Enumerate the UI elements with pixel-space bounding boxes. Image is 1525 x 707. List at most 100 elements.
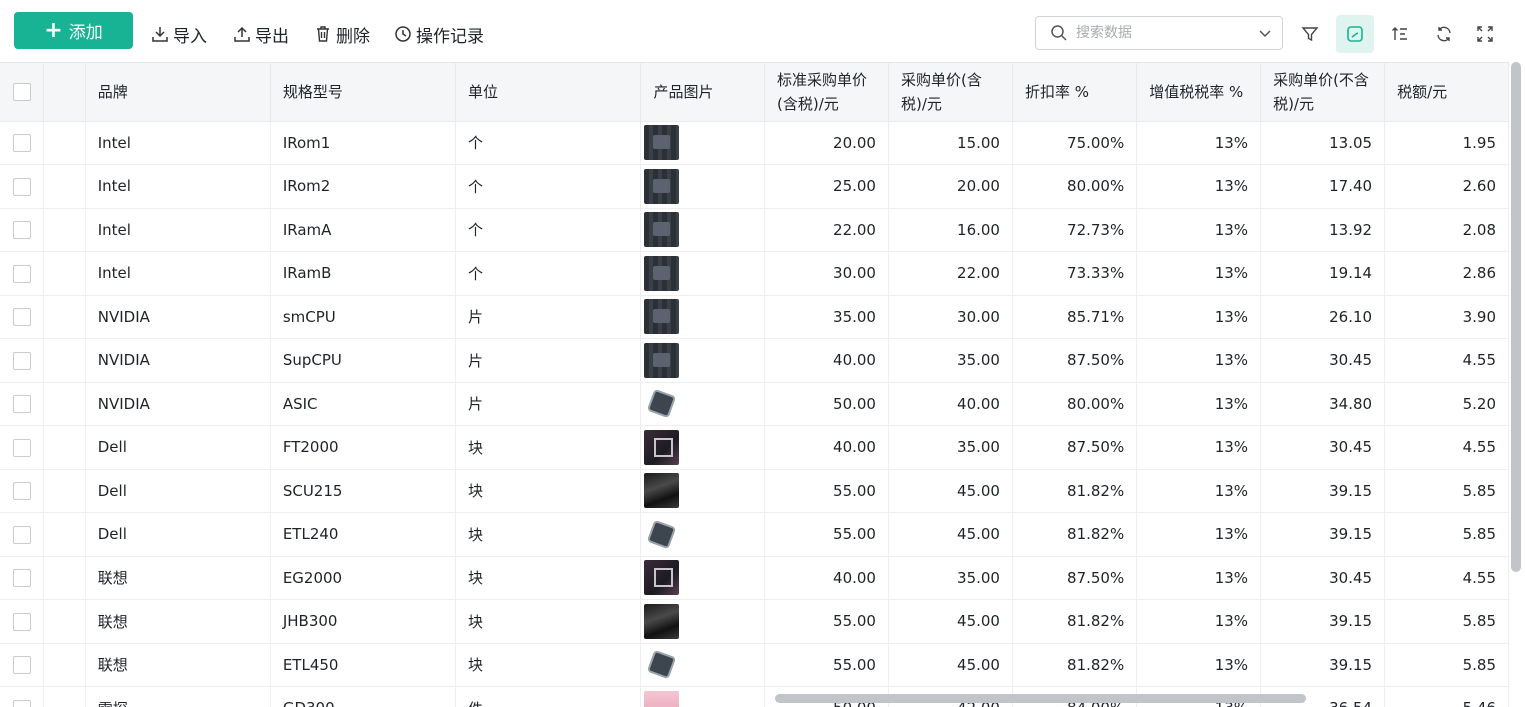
cell-discount[interactable]: 87.50% (1012, 426, 1136, 470)
cell-image[interactable] (641, 339, 765, 383)
cell-tax[interactable]: 4.55 (1385, 556, 1509, 600)
cell-price-ex-tax[interactable]: 30.45 (1261, 426, 1385, 470)
operation-log-button[interactable]: 操作记录 (394, 20, 484, 48)
cell-tax[interactable]: 1.95 (1385, 121, 1509, 165)
column-header-price-ex-tax[interactable]: 采购单价(不含税)/元 (1261, 63, 1385, 121)
cell-model[interactable]: IRom2 (270, 165, 455, 209)
cell-tax[interactable]: 5.46 (1385, 687, 1509, 707)
product-thumbnail[interactable] (644, 299, 679, 334)
product-thumbnail[interactable] (644, 256, 679, 291)
cell-std-price[interactable]: 55.00 (764, 643, 888, 687)
view-mode-button[interactable] (1336, 15, 1374, 53)
table-row[interactable]: IntelIRamB个30.0022.0073.33%13%19.142.86 (0, 252, 1509, 296)
row-checkbox[interactable] (13, 352, 31, 370)
column-header-unit[interactable]: 单位 (456, 63, 641, 121)
cell-model[interactable]: smCPU (270, 295, 455, 339)
cell-brand[interactable]: NVIDIA (85, 295, 270, 339)
cell-tax[interactable]: 5.85 (1385, 643, 1509, 687)
product-thumbnail[interactable] (644, 125, 679, 160)
cell-std-price[interactable]: 20.00 (764, 121, 888, 165)
row-checkbox-cell[interactable] (0, 556, 44, 600)
cell-vat[interactable]: 13% (1137, 600, 1261, 644)
cell-price-ex-tax[interactable]: 39.15 (1261, 643, 1385, 687)
cell-model[interactable]: IRamA (270, 208, 455, 252)
cell-tax[interactable]: 3.90 (1385, 295, 1509, 339)
export-button[interactable]: 导出 (233, 20, 289, 48)
cell-tax[interactable]: 2.08 (1385, 208, 1509, 252)
column-header-discount[interactable]: 折扣率 % (1012, 63, 1136, 121)
cell-price-ex-tax[interactable]: 26.10 (1261, 295, 1385, 339)
cell-unit[interactable]: 片 (456, 339, 641, 383)
table-row[interactable]: 联想ETL450块55.0045.0081.82%13%39.155.85 (0, 643, 1509, 687)
cell-price-ex-tax[interactable]: 13.05 (1261, 121, 1385, 165)
row-checkbox[interactable] (13, 613, 31, 631)
search-box[interactable] (1035, 16, 1283, 50)
column-header-brand[interactable]: 品牌 (85, 63, 270, 121)
cell-model[interactable]: SupCPU (270, 339, 455, 383)
row-checkbox[interactable] (13, 395, 31, 413)
table-row[interactable]: IntelIRom2个25.0020.0080.00%13%17.402.60 (0, 165, 1509, 209)
cell-price[interactable]: 35.00 (888, 339, 1012, 383)
column-header-price[interactable]: 采购单价(含税)/元 (888, 63, 1012, 121)
cell-price-ex-tax[interactable]: 30.45 (1261, 339, 1385, 383)
vertical-scrollbar[interactable] (1511, 62, 1521, 572)
product-thumbnail[interactable] (644, 473, 679, 508)
row-checkbox-cell[interactable] (0, 382, 44, 426)
row-checkbox[interactable] (13, 221, 31, 239)
cell-vat[interactable]: 13% (1137, 643, 1261, 687)
cell-vat[interactable]: 13% (1137, 121, 1261, 165)
row-checkbox-cell[interactable] (0, 469, 44, 513)
cell-unit[interactable]: 个 (456, 121, 641, 165)
product-thumbnail[interactable] (644, 386, 679, 421)
cell-unit[interactable]: 块 (456, 600, 641, 644)
cell-image[interactable] (641, 295, 765, 339)
cell-image[interactable] (641, 556, 765, 600)
cell-vat[interactable]: 13% (1137, 426, 1261, 470)
cell-unit[interactable]: 件 (456, 687, 641, 707)
horizontal-scrollbar[interactable] (775, 694, 1306, 703)
cell-unit[interactable]: 块 (456, 426, 641, 470)
cell-image[interactable] (641, 382, 765, 426)
row-checkbox-cell[interactable] (0, 687, 44, 707)
cell-brand[interactable]: NVIDIA (85, 382, 270, 426)
cell-unit[interactable]: 块 (456, 556, 641, 600)
cell-brand[interactable]: Intel (85, 252, 270, 296)
product-thumbnail[interactable] (644, 517, 679, 552)
row-checkbox[interactable] (13, 569, 31, 587)
cell-price-ex-tax[interactable]: 17.40 (1261, 165, 1385, 209)
product-thumbnail[interactable] (644, 691, 679, 707)
row-checkbox[interactable] (13, 178, 31, 196)
cell-unit[interactable]: 个 (456, 165, 641, 209)
refresh-button[interactable] (1425, 15, 1463, 53)
cell-model[interactable]: IRamB (270, 252, 455, 296)
cell-discount[interactable]: 73.33% (1012, 252, 1136, 296)
cell-tax[interactable]: 2.86 (1385, 252, 1509, 296)
cell-price[interactable]: 30.00 (888, 295, 1012, 339)
row-checkbox-cell[interactable] (0, 208, 44, 252)
cell-discount[interactable]: 81.82% (1012, 600, 1136, 644)
delete-button[interactable]: 删除 (314, 20, 370, 48)
cell-discount[interactable]: 87.50% (1012, 556, 1136, 600)
cell-brand[interactable]: Intel (85, 165, 270, 209)
select-all-checkbox[interactable] (13, 83, 31, 101)
cell-brand[interactable]: Dell (85, 426, 270, 470)
cell-std-price[interactable]: 50.00 (764, 382, 888, 426)
product-thumbnail[interactable] (644, 343, 679, 378)
cell-price[interactable]: 40.00 (888, 382, 1012, 426)
cell-std-price[interactable]: 55.00 (764, 513, 888, 557)
table-row[interactable]: NVIDIAsmCPU片35.0030.0085.71%13%26.103.90 (0, 295, 1509, 339)
cell-brand[interactable]: 联想 (85, 643, 270, 687)
cell-image[interactable] (641, 600, 765, 644)
row-checkbox-cell[interactable] (0, 165, 44, 209)
cell-std-price[interactable]: 55.00 (764, 600, 888, 644)
cell-image[interactable] (641, 687, 765, 707)
cell-vat[interactable]: 13% (1137, 513, 1261, 557)
cell-tax[interactable]: 5.20 (1385, 382, 1509, 426)
table-row[interactable]: NVIDIASupCPU片40.0035.0087.50%13%30.454.5… (0, 339, 1509, 383)
fullscreen-button[interactable] (1466, 15, 1504, 53)
product-thumbnail[interactable] (644, 604, 679, 639)
product-thumbnail[interactable] (644, 560, 679, 595)
column-header-std-price[interactable]: 标准采购单价(含税)/元 (764, 63, 888, 121)
cell-image[interactable] (641, 165, 765, 209)
cell-discount[interactable]: 80.00% (1012, 382, 1136, 426)
